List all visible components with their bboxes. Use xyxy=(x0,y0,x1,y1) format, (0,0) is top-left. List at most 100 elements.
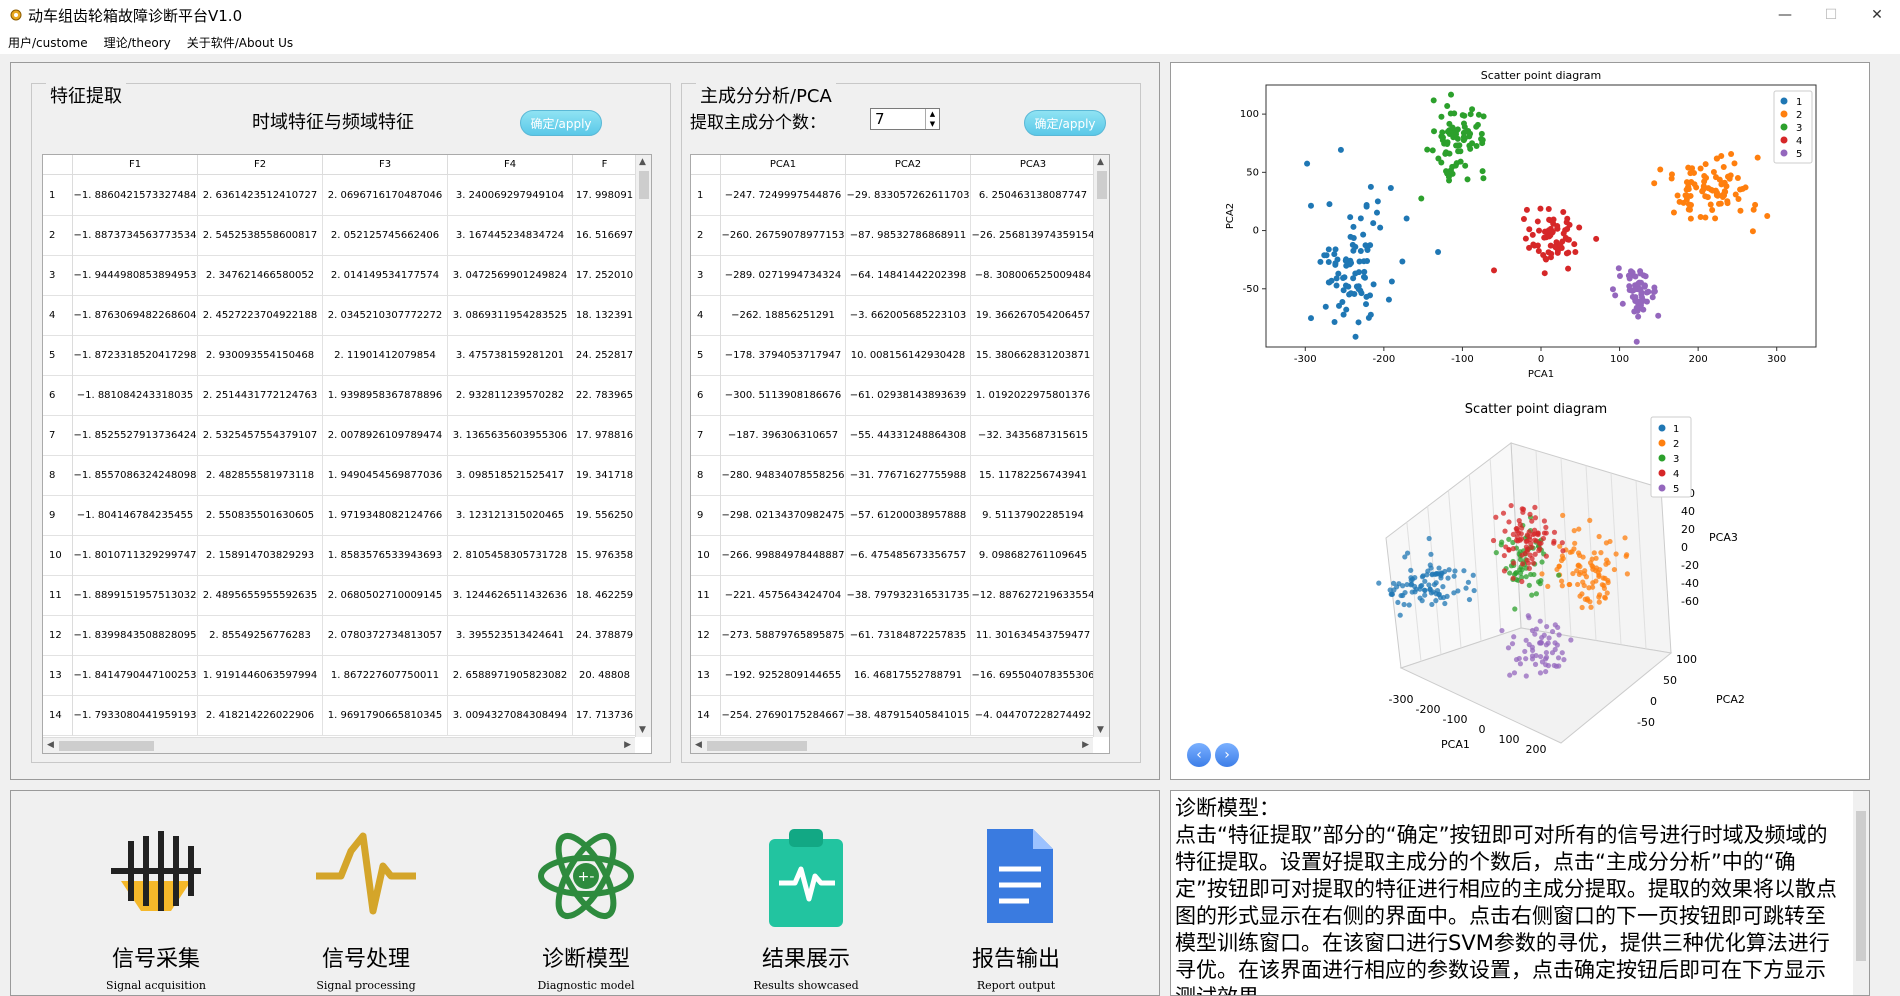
table-cell[interactable]: −55. 44331248864308 xyxy=(846,415,971,456)
table-cell[interactable]: 1. 8583576533943693 xyxy=(323,535,448,576)
table-cell[interactable]: −187. 396306310657 xyxy=(721,415,846,456)
table-cell[interactable]: −57. 61200038957888 xyxy=(846,495,971,536)
table-cell[interactable]: −26. 256813974359154 xyxy=(971,215,1096,256)
table-cell[interactable]: 2. 5452538558600817 xyxy=(198,215,323,256)
scroll-down-icon[interactable]: ▼ xyxy=(639,725,646,735)
table-cell[interactable]: −29. 833057262611703 xyxy=(846,175,971,216)
table-cell[interactable]: 2. 5325457554379107 xyxy=(198,415,323,456)
table-cell[interactable]: 6. 250463138087747 xyxy=(971,175,1096,216)
table-cell[interactable]: 3. 475738159281201 xyxy=(448,335,573,376)
table-cell[interactable]: −260. 26759078977153 xyxy=(721,215,846,256)
table-cell[interactable]: 3. 1244626511432636 xyxy=(448,575,573,616)
vertical-scrollbar[interactable]: ▲ ▼ xyxy=(1093,155,1109,737)
scroll-up-icon[interactable]: ▲ xyxy=(639,157,646,167)
table-cell[interactable]: −8. 308006525009484 xyxy=(971,255,1096,296)
pca-table[interactable]: PCA1 PCA2 PCA3 1 −247. 7249997544876 −29. 833… xyxy=(690,154,1110,754)
menu-theory[interactable]: 理论/theory xyxy=(104,34,171,51)
table-cell[interactable]: −64. 14841442202398 xyxy=(846,255,971,296)
table-cell[interactable]: −300. 5113908186676 xyxy=(721,375,846,416)
column-header[interactable]: F4 xyxy=(448,155,573,175)
module-diagnostic-model[interactable]: +- 诊断模型 Diagnostic model xyxy=(506,821,666,992)
table-cell[interactable]: 17. 998091 xyxy=(573,175,637,216)
feature-apply-button[interactable]: 确定/apply xyxy=(520,110,602,136)
table-cell[interactable]: −254. 27690175284667 xyxy=(721,695,846,736)
table-cell[interactable]: 2. 6588971905823082 xyxy=(448,655,573,696)
scroll-right-icon[interactable]: ▶ xyxy=(624,740,631,750)
scroll-left-icon[interactable]: ◀ xyxy=(47,740,54,750)
pca-apply-button[interactable]: 确定/apply xyxy=(1024,110,1106,136)
table-cell[interactable]: 1. 9719348082124766 xyxy=(323,495,448,536)
column-header[interactable]: PCA3 xyxy=(971,155,1096,175)
table-cell[interactable]: −1. 881084243318035 xyxy=(73,375,198,416)
table-cell[interactable]: 15. 380662831203871 xyxy=(971,335,1096,376)
table-cell[interactable]: 9. 098682761109645 xyxy=(971,535,1096,576)
table-cell[interactable]: −61. 73184872257835 xyxy=(846,615,971,656)
table-cell[interactable]: −1. 8525527913736424 xyxy=(73,415,198,456)
next-page-button[interactable]: › xyxy=(1215,743,1239,767)
menu-user[interactable]: 用户/custome xyxy=(8,34,88,51)
table-cell[interactable]: −247. 7249997544876 xyxy=(721,175,846,216)
table-cell[interactable]: 20. 48808 xyxy=(573,655,637,696)
table-cell[interactable]: 19. 366267054206457 xyxy=(971,295,1096,336)
table-cell[interactable]: 2. 0078926109789474 xyxy=(323,415,448,456)
table-cell[interactable]: 2. 0345210307772272 xyxy=(323,295,448,336)
table-cell[interactable]: −32. 3435687315615 xyxy=(971,415,1096,456)
column-header[interactable]: PCA2 xyxy=(846,155,971,175)
table-cell[interactable]: −12. 887627219633554 xyxy=(971,575,1096,616)
scroll-thumb[interactable] xyxy=(59,741,154,751)
table-cell[interactable]: 22. 783965 xyxy=(573,375,637,416)
table-cell[interactable]: 2. 418214226022906 xyxy=(198,695,323,736)
table-cell[interactable]: −280. 94834078558256 xyxy=(721,455,846,496)
table-cell[interactable]: 9. 51137902285194 xyxy=(971,495,1096,536)
scroll-thumb[interactable] xyxy=(639,171,649,199)
column-header[interactable]: F3 xyxy=(323,155,448,175)
table-cell[interactable]: 1. 9691790665810345 xyxy=(323,695,448,736)
table-cell[interactable]: −38. 797932316531735 xyxy=(846,575,971,616)
table-cell[interactable]: 24. 378879 xyxy=(573,615,637,656)
table-cell[interactable]: −1. 8399843508828095 xyxy=(73,615,198,656)
module-signal-processing[interactable]: 信号处理 Signal processing xyxy=(286,821,446,992)
table-cell[interactable]: 2. 2514431772124763 xyxy=(198,375,323,416)
column-header[interactable]: PCA1 xyxy=(721,155,846,175)
module-report[interactable]: 报告输出 Report output xyxy=(936,821,1096,992)
column-header[interactable]: F xyxy=(573,155,637,175)
table-cell[interactable]: 16. 516697 xyxy=(573,215,637,256)
maximize-button[interactable]: ☐ xyxy=(1808,0,1854,30)
table-cell[interactable]: 2. 4895655955592635 xyxy=(198,575,323,616)
scroll-right-icon[interactable]: ▶ xyxy=(1082,740,1089,750)
scroll-thumb[interactable] xyxy=(707,741,807,751)
table-cell[interactable]: 1. 9191446063597994 xyxy=(198,655,323,696)
table-cell[interactable]: 3. 240069297949104 xyxy=(448,175,573,216)
table-cell[interactable]: 17. 713736 xyxy=(573,695,637,736)
table-cell[interactable]: −16. 695504078355306 xyxy=(971,655,1096,696)
table-cell[interactable]: −1. 8414790447100253 xyxy=(73,655,198,696)
table-cell[interactable]: 2. 014149534177574 xyxy=(323,255,448,296)
table-cell[interactable]: −38. 487915405841015 xyxy=(846,695,971,736)
scroll-down-icon[interactable]: ▼ xyxy=(1097,725,1104,735)
table-cell[interactable]: 1. 0192022975801376 xyxy=(971,375,1096,416)
table-cell[interactable]: 3. 098518521525417 xyxy=(448,455,573,496)
table-cell[interactable]: −1. 7933080441959193 xyxy=(73,695,198,736)
vertical-scrollbar[interactable]: ▲ ▼ xyxy=(635,155,651,737)
table-cell[interactable]: 3. 395523513424641 xyxy=(448,615,573,656)
table-cell[interactable]: −178. 3794053717947 xyxy=(721,335,846,376)
table-cell[interactable]: 1. 9490454569877036 xyxy=(323,455,448,496)
table-cell[interactable]: 17. 252010 xyxy=(573,255,637,296)
table-cell[interactable]: 15. 11782256743941 xyxy=(971,455,1096,496)
column-header[interactable]: F1 xyxy=(73,155,198,175)
close-button[interactable]: ✕ xyxy=(1854,0,1900,30)
table-cell[interactable]: 2. 550835501630605 xyxy=(198,495,323,536)
minimize-button[interactable]: — xyxy=(1762,0,1808,30)
table-cell[interactable]: −4. 044707228274492 xyxy=(971,695,1096,736)
table-cell[interactable]: −61. 02938143893639 xyxy=(846,375,971,416)
table-cell[interactable]: 15. 976358 xyxy=(573,535,637,576)
table-cell[interactable]: 18. 132391 xyxy=(573,295,637,336)
table-cell[interactable]: 3. 0472569901249824 xyxy=(448,255,573,296)
table-cell[interactable]: −1. 804146784235455 xyxy=(73,495,198,536)
scroll-up-icon[interactable]: ▲ xyxy=(1097,157,1104,167)
column-header[interactable]: F2 xyxy=(198,155,323,175)
table-cell[interactable]: 19. 341718 xyxy=(573,455,637,496)
table-cell[interactable]: −31. 77671627755988 xyxy=(846,455,971,496)
table-cell[interactable]: 2. 482855581973118 xyxy=(198,455,323,496)
table-cell[interactable]: 2. 4527223704922188 xyxy=(198,295,323,336)
